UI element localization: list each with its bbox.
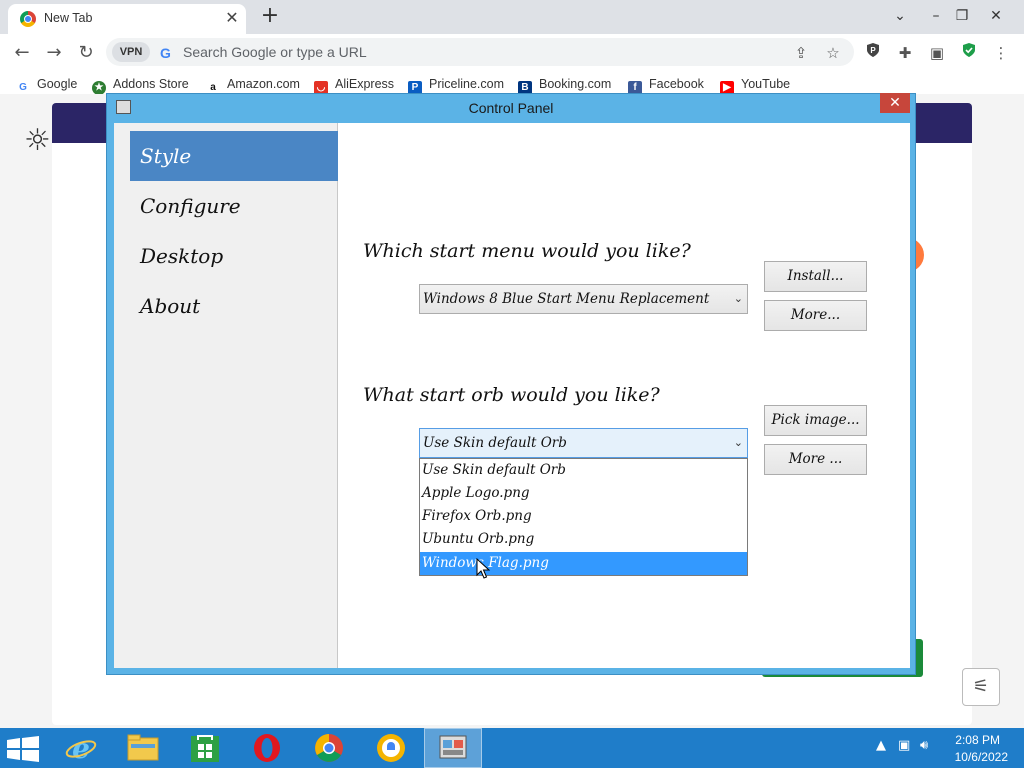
start-menu-question: Which start menu would you like? bbox=[363, 240, 691, 262]
bookmark-priceline[interactable]: P Priceline.com bbox=[408, 75, 504, 95]
bookmark-youtube[interactable]: ▶ YouTube bbox=[720, 75, 790, 95]
start-menu-select-value: Windows 8 Blue Start Menu Replacement bbox=[423, 291, 710, 307]
filter-sliders-icon[interactable]: ⚟ bbox=[962, 668, 1000, 706]
google-g-icon: G bbox=[160, 45, 171, 61]
bookmark-facebook[interactable]: f Facebook bbox=[628, 75, 704, 95]
file-explorer-icon[interactable] bbox=[118, 728, 168, 768]
p-extension-icon[interactable]: P bbox=[862, 42, 884, 64]
pick-image-button[interactable]: Pick image... bbox=[764, 405, 867, 436]
bookmark-booking[interactable]: B Booking.com bbox=[518, 75, 611, 95]
window-title: Control Panel bbox=[468, 100, 554, 116]
svg-text:e: e bbox=[72, 732, 90, 765]
google-g-icon: G bbox=[19, 82, 27, 93]
orb-option[interactable]: Use Skin default Orb bbox=[420, 459, 747, 482]
orb-option[interactable]: Ubuntu Orb.png bbox=[420, 528, 747, 551]
back-arrow-icon[interactable]: ← bbox=[10, 42, 34, 64]
clock-date[interactable]: 10/6/2022 bbox=[930, 750, 1008, 764]
start-orb-select[interactable]: Use Skin default Orb ⌄ bbox=[419, 428, 748, 458]
omnibox-placeholder[interactable]: Search Google or type a URL bbox=[183, 44, 367, 60]
close-window-button[interactable]: ✕ bbox=[980, 3, 1012, 29]
extensions-puzzle-icon[interactable]: ✚ bbox=[894, 42, 916, 64]
speaker-icon[interactable]: 🔊︎ bbox=[920, 738, 928, 753]
chrome-favicon-icon bbox=[20, 11, 36, 27]
start-windows-flag-icon[interactable] bbox=[6, 736, 40, 762]
chrome-vpn-icon[interactable] bbox=[366, 728, 416, 768]
side-panel-icon[interactable]: ▣ bbox=[926, 42, 948, 64]
show-hidden-icons-chevron-icon[interactable]: ▲ bbox=[876, 738, 886, 753]
opera-icon[interactable] bbox=[242, 728, 292, 768]
chrome-icon[interactable] bbox=[304, 728, 354, 768]
restore-button[interactable]: ❐ bbox=[946, 3, 978, 29]
tab-search-chevron-icon[interactable]: ⌄ bbox=[884, 3, 916, 29]
sidebar-item-style[interactable]: Style bbox=[130, 131, 338, 181]
chevron-down-icon: ⌄ bbox=[733, 292, 743, 305]
bookmark-addons-store[interactable]: ★ Addons Store bbox=[92, 75, 189, 95]
more-start-menu-button[interactable]: More... bbox=[764, 300, 867, 331]
install-button[interactable]: Install... bbox=[764, 261, 867, 292]
forward-arrow-icon[interactable]: → bbox=[42, 42, 66, 64]
control-panel-taskbar-icon[interactable] bbox=[424, 728, 482, 768]
window-close-button[interactable]: ✕ bbox=[880, 93, 910, 113]
orb-option-highlighted[interactable]: Windows Flag.png bbox=[420, 552, 747, 575]
more-orb-button[interactable]: More ... bbox=[764, 444, 867, 475]
network-icon[interactable]: ▣ bbox=[898, 738, 910, 753]
bookmark-aliexpress[interactable]: ◡ AliExpress bbox=[314, 75, 394, 95]
tab-title: New Tab bbox=[44, 11, 93, 25]
store-icon[interactable] bbox=[180, 728, 230, 768]
orb-option[interactable]: Apple Logo.png bbox=[420, 482, 747, 505]
bookmark-google[interactable]: G Google bbox=[16, 75, 77, 93]
internet-explorer-icon[interactable]: e bbox=[56, 728, 106, 768]
browser-tab[interactable]: New Tab ✕ bbox=[8, 4, 246, 34]
orb-option[interactable]: Firefox Orb.png bbox=[420, 505, 747, 528]
menu-kebab-icon[interactable]: ⋮ bbox=[990, 42, 1012, 64]
new-tab-button[interactable]: + bbox=[258, 5, 282, 29]
tab-close-icon[interactable]: ✕ bbox=[222, 8, 242, 28]
shield-check-icon[interactable] bbox=[958, 42, 980, 64]
share-icon[interactable]: ⇪ bbox=[790, 42, 812, 64]
reload-icon[interactable]: ↻ bbox=[74, 42, 98, 64]
star-bookmark-icon[interactable]: ☆ bbox=[822, 42, 844, 64]
mouse-pointer-icon bbox=[476, 558, 490, 579]
start-menu-select[interactable]: Windows 8 Blue Start Menu Replacement ⌄ bbox=[419, 284, 748, 314]
vpn-badge[interactable]: VPN bbox=[112, 42, 150, 62]
svg-text:P: P bbox=[870, 46, 876, 55]
sidebar-item-about[interactable]: About bbox=[130, 281, 338, 331]
sidebar-item-desktop[interactable]: Desktop bbox=[130, 231, 338, 281]
clock-time[interactable]: 2:08 PM bbox=[930, 733, 1000, 747]
sidebar-item-configure[interactable]: Configure bbox=[130, 181, 338, 231]
start-orb-question: What start orb would you like? bbox=[363, 384, 660, 406]
sun-icon[interactable]: ☼ bbox=[24, 126, 51, 156]
chevron-down-icon: ⌄ bbox=[733, 436, 743, 449]
addons-store-icon: ★ bbox=[92, 81, 106, 95]
bookmark-amazon[interactable]: a Amazon.com bbox=[206, 75, 300, 93]
start-orb-select-value: Use Skin default Orb bbox=[423, 435, 567, 451]
